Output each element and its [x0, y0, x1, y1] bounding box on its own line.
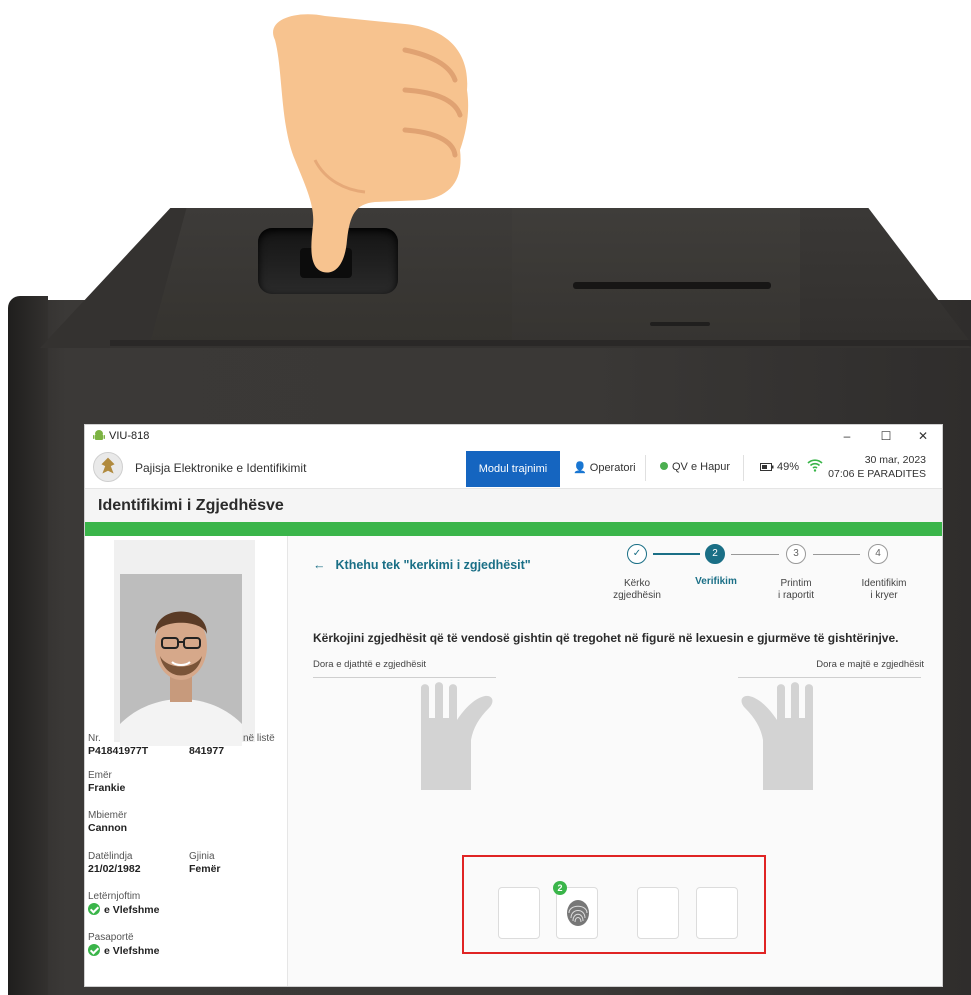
instruction-text: Kërkojini zgjedhësit që të vendosë gisht…: [313, 631, 899, 645]
divider: [645, 455, 646, 481]
step-1-check-icon: ✓: [627, 544, 647, 564]
list-number: 841977: [189, 745, 225, 757]
status-dot-icon: [660, 462, 668, 470]
arrow-left-icon: ←: [313, 558, 326, 572]
id-card-status-text: e Vlefshme: [104, 904, 160, 916]
step-4-label-line2: i kryer: [870, 590, 898, 601]
passport-label: Pasaportë: [88, 932, 134, 943]
back-to-search-link[interactable]: ← Kthehu tek "kerkimi i zgjedhësit": [313, 558, 531, 572]
minimize-button[interactable]: –: [833, 427, 861, 445]
progress-stepper: ✓ 2 3 4 Kërko zgjedhësin Verifikim Print…: [608, 544, 938, 604]
step-2-indicator: 2: [705, 544, 725, 564]
step-connector: [813, 554, 860, 555]
step-4-indicator: 4: [868, 544, 888, 564]
check-icon: [88, 903, 100, 915]
app-name: Pajisja Elektronike e Identifikimit: [135, 461, 307, 475]
station-status-label: QV e Hapur: [672, 461, 731, 473]
step-4-label-line1: Identifikim: [861, 578, 907, 589]
voter-info-panel: Nr. në listë P41841977T 841977 Emër Fran…: [85, 536, 288, 986]
device-left-edge: [8, 296, 48, 995]
right-hand-icon: [421, 682, 493, 790]
finger-number-badge: 2: [553, 881, 567, 895]
operator-label: Operatori: [589, 462, 636, 474]
thumb-down-hand-icon: [273, 14, 469, 273]
back-link-text: Kthehu tek "kerkimi i zgjedhësit": [335, 558, 531, 572]
training-mode-button[interactable]: Modul trajnimi: [466, 451, 560, 487]
app-window: VIU-818 – ☐ ✕ Pajisja Elektronike e Iden…: [84, 424, 943, 987]
id-card-status: e Vlefshme: [88, 903, 159, 916]
window-title: VIU-818: [109, 430, 150, 442]
list-number-label: në listë: [243, 733, 275, 744]
finger-slot[interactable]: [498, 887, 540, 939]
printer-slot: [573, 282, 771, 289]
divider: [743, 455, 744, 481]
window-titlebar: VIU-818 – ☐ ✕: [85, 425, 942, 447]
maximize-button[interactable]: ☐: [872, 427, 900, 445]
user-icon: 👤: [573, 462, 587, 474]
passport-status: e Vlefshme: [88, 944, 159, 957]
gender: Femër: [189, 863, 221, 875]
printer-vent: [650, 322, 710, 326]
step-1-label-line1: Kërko: [623, 578, 651, 589]
step-3-label: Printim i raportit: [761, 578, 831, 602]
station-status: QV e Hapur: [660, 461, 730, 473]
status-bar: [85, 522, 942, 536]
last-name-label: Mbiemër: [88, 810, 127, 821]
close-button[interactable]: ✕: [909, 427, 937, 445]
time-text: 07:06 E PARADITES: [828, 468, 926, 480]
last-name: Cannon: [88, 822, 128, 834]
step-3-indicator: 3: [786, 544, 806, 564]
voter-photo: [120, 574, 242, 746]
device-top-panel: [800, 208, 971, 343]
dob: 21/02/1982: [88, 863, 141, 875]
step-1-label-line2: zgjedhësin: [613, 590, 661, 601]
step-connector: [653, 553, 700, 555]
first-name: Frankie: [88, 782, 126, 794]
battery-status: 49%: [760, 461, 799, 473]
dob-label: Datëlindja: [88, 851, 133, 862]
battery-level: 49%: [777, 461, 800, 473]
first-name-label: Emër: [88, 770, 112, 781]
page-title-bar: Identifikimi i Zgjedhësve: [85, 489, 942, 522]
step-3-label-line1: Printim: [780, 578, 812, 589]
wifi-icon: [807, 459, 823, 472]
id-card-label: Letërnjoftim: [88, 891, 141, 902]
left-hand-icon: [741, 682, 813, 790]
check-icon: [88, 944, 100, 956]
main-content: ← Kthehu tek "kerkimi i zgjedhësit" ✓ 2 3…: [288, 536, 942, 986]
gender-label: Gjinia: [189, 851, 215, 862]
finger-slot[interactable]: [696, 887, 738, 939]
left-hand-label: Dora e majtë e zgjedhësit: [816, 659, 924, 670]
passport-status-text: e Vlefshme: [104, 945, 160, 957]
android-icon: [93, 430, 105, 440]
step-1-label: Kërko zgjedhësin: [602, 578, 672, 602]
finger-slot[interactable]: [637, 887, 679, 939]
operator-menu[interactable]: 👤 Operatori: [573, 461, 636, 474]
step-3-label-line2: i raportit: [777, 590, 815, 601]
step-2-label: Verifikim: [695, 576, 737, 587]
page-title: Identifikimi i Zgjedhësve: [98, 497, 284, 514]
step-connector: [731, 554, 779, 555]
finger-slot-selected[interactable]: [556, 887, 598, 939]
app-header: Pajisja Elektronike e Identifikimit Modu…: [85, 447, 942, 489]
datetime: 30 mar, 2023 07:06 E PARADITES: [828, 453, 926, 481]
fingerprint-icon: [567, 900, 589, 926]
device-ridge: [110, 340, 971, 346]
battery-icon: [760, 463, 774, 471]
id-number: P41841977T: [88, 745, 149, 757]
id-number-label: Nr.: [88, 733, 101, 744]
emblem-logo: [93, 452, 123, 482]
right-hand-label: Dora e djathtë e zgjedhësit: [313, 659, 427, 670]
step-4-label: Identifikim i kryer: [844, 578, 924, 602]
date-text: 30 mar, 2023: [864, 454, 926, 466]
